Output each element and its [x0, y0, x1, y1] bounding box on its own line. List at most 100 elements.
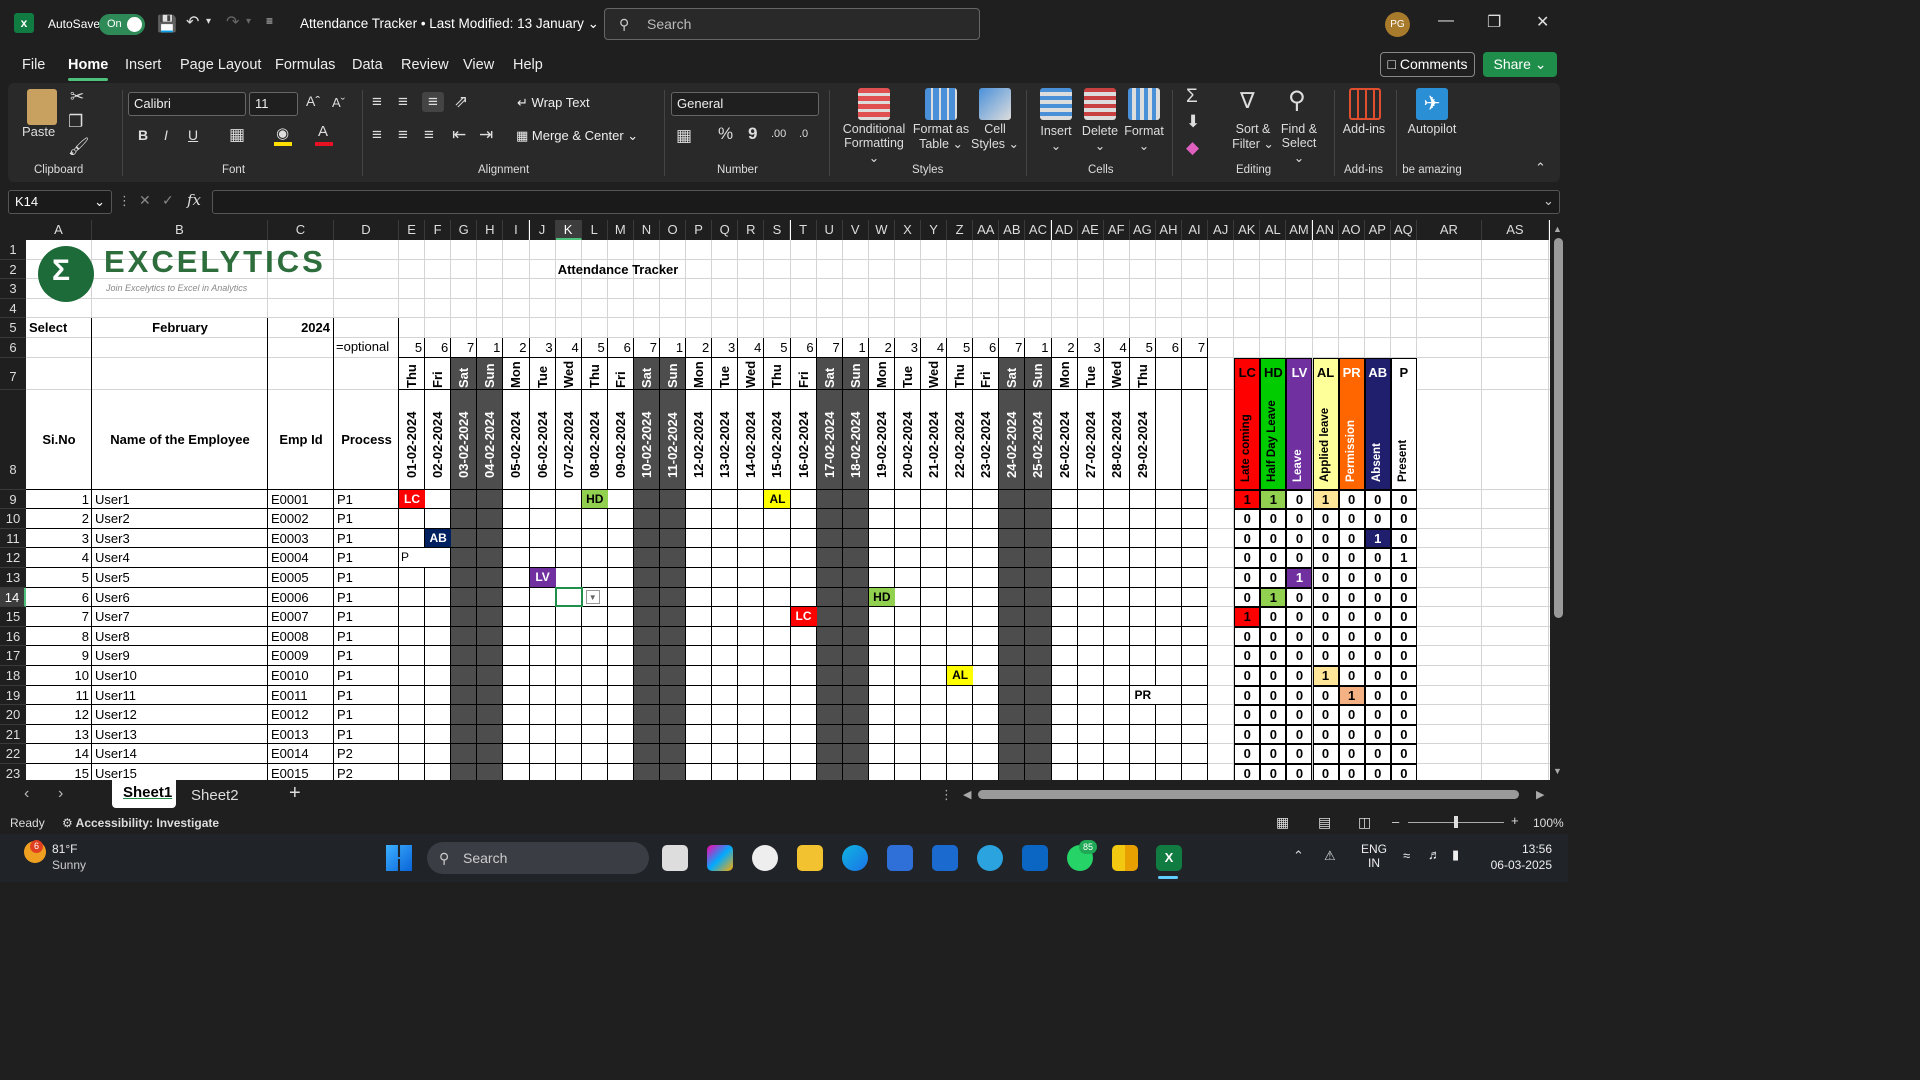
task-view-icon[interactable]	[662, 845, 688, 871]
scroll-down-icon[interactable]: ▼	[1553, 766, 1562, 776]
cell-styles-icon[interactable]	[979, 88, 1011, 120]
store-icon[interactable]	[887, 845, 913, 871]
row-header-19[interactable]: 19	[0, 685, 26, 706]
row-header-13[interactable]: 13	[0, 568, 26, 588]
column-header-y[interactable]: Y	[921, 220, 948, 240]
wrap-text-button[interactable]: ↵ Wrap Text	[517, 95, 590, 111]
column-header-j[interactable]: J	[529, 220, 556, 240]
orientation-icon[interactable]: ⇗	[454, 92, 468, 112]
customize-toolbar-icon[interactable]: ≡	[266, 14, 273, 28]
comma-button[interactable]: 9	[748, 124, 757, 144]
scroll-left-icon[interactable]: ◀	[963, 788, 971, 801]
column-header-n[interactable]: N	[633, 220, 660, 240]
expand-formula-icon[interactable]: ⌄	[1543, 193, 1554, 209]
attendance-mark-al[interactable]: AL	[764, 489, 791, 509]
cut-icon[interactable]: ✂	[70, 87, 84, 107]
file-explorer-icon[interactable]	[797, 845, 823, 871]
column-header-h[interactable]: H	[477, 220, 504, 240]
row-header-16[interactable]: 16	[0, 626, 26, 647]
excel-taskbar-icon[interactable]: X	[1156, 845, 1182, 871]
column-header-ah[interactable]: AH	[1155, 220, 1182, 240]
row-header-17[interactable]: 17	[0, 646, 26, 666]
undo-dropdown-icon[interactable]: ▾	[206, 16, 211, 27]
name-box[interactable]: K14 ⌄	[8, 190, 112, 214]
autosum-icon[interactable]: Σ	[1186, 86, 1198, 108]
column-header-ad[interactable]: AD	[1051, 220, 1078, 240]
row-header-7[interactable]: 7	[0, 357, 26, 390]
cell-styles-label[interactable]: Cell Styles ⌄	[970, 122, 1020, 151]
select-all-button[interactable]	[0, 220, 26, 240]
dropdown-arrow-icon[interactable]: ▼	[585, 589, 600, 604]
cancel-entry-icon[interactable]: ✕	[139, 192, 151, 209]
column-header-a[interactable]: A	[26, 220, 92, 240]
row-header-9[interactable]: 9	[0, 489, 26, 510]
column-header-f[interactable]: F	[425, 220, 452, 240]
show-hidden-icons[interactable]: ⌃	[1293, 848, 1304, 864]
collapse-ribbon-icon[interactable]: ⌃	[1535, 160, 1546, 176]
conditional-formatting-label[interactable]: Conditional Formatting ⌄	[838, 122, 910, 165]
row-header-1[interactable]: 1	[0, 240, 26, 260]
comments-button[interactable]: □ Comments	[1380, 52, 1475, 77]
horizontal-scrollbar[interactable]	[978, 790, 1519, 799]
font-color-icon[interactable]	[315, 142, 333, 146]
row-header-11[interactable]: 11	[0, 528, 26, 549]
bold-button[interactable]: B	[138, 127, 148, 143]
autopilot-label[interactable]: Autopilot	[1402, 122, 1462, 136]
taskbar-search[interactable]: ⚲ Search	[427, 842, 649, 874]
language-indicator[interactable]: ENG IN	[1361, 842, 1387, 870]
chatgpt-icon[interactable]	[752, 845, 778, 871]
share-button[interactable]: Share ⌄	[1483, 52, 1557, 77]
row-header-22[interactable]: 22	[0, 744, 26, 764]
column-header-t[interactable]: T	[790, 220, 817, 240]
menu-formulas[interactable]: Formulas	[275, 57, 335, 73]
conditional-formatting-icon[interactable]	[858, 88, 890, 120]
decrease-decimal-icon[interactable]: .0	[799, 128, 808, 140]
battery-icon[interactable]: ▮	[1452, 847, 1459, 863]
copilot-icon[interactable]	[707, 845, 733, 871]
volume-icon[interactable]: ♬	[1428, 847, 1441, 862]
next-sheet-icon[interactable]: ›	[58, 785, 63, 803]
confirm-entry-icon[interactable]: ✓	[162, 192, 174, 209]
save-icon[interactable]: 💾	[157, 14, 177, 34]
find-select-label[interactable]: Find & Select ⌄	[1276, 122, 1322, 165]
vertical-scrollbar[interactable]	[1554, 238, 1563, 618]
column-header-b[interactable]: B	[92, 220, 268, 240]
format-cells-icon[interactable]	[1128, 88, 1160, 120]
row-header-5[interactable]: 5	[0, 318, 26, 338]
powerbi-icon[interactable]	[1112, 845, 1138, 871]
clock-date[interactable]: 06-03-2025	[1486, 858, 1552, 872]
column-header-q[interactable]: Q	[712, 220, 739, 240]
column-header-p[interactable]: P	[686, 220, 713, 240]
decrease-indent-icon[interactable]: ⇤	[452, 125, 466, 145]
year-select[interactable]: 2024	[268, 320, 330, 335]
formula-input[interactable]	[212, 190, 1560, 214]
column-header-x[interactable]: X	[894, 220, 921, 240]
row-header-18[interactable]: 18	[0, 666, 26, 686]
decrease-font-icon[interactable]: Aˇ	[332, 95, 345, 110]
row-header-6[interactable]: 6	[0, 338, 26, 358]
format-cells-label[interactable]: Format ⌄	[1122, 124, 1166, 153]
menu-view[interactable]: View	[463, 57, 494, 73]
clock-time[interactable]: 13:56	[1506, 842, 1552, 856]
align-middle-icon[interactable]: ≡	[398, 92, 408, 112]
scroll-right-icon[interactable]: ▶	[1536, 788, 1544, 801]
column-header-al[interactable]: AL	[1260, 220, 1287, 240]
active-cell[interactable]	[554, 586, 583, 608]
column-header-k[interactable]: K	[555, 220, 582, 240]
wifi-icon[interactable]: ≈	[1403, 848, 1410, 863]
percent-button[interactable]: %	[718, 124, 733, 144]
merge-center-button[interactable]: ▦ Merge & Center ⌄	[516, 128, 638, 144]
column-header-ao[interactable]: AO	[1338, 220, 1365, 240]
more-options-icon[interactable]: ⋮	[118, 193, 131, 209]
column-header-aa[interactable]: AA	[973, 220, 1000, 240]
column-header-v[interactable]: V	[842, 220, 869, 240]
increase-indent-icon[interactable]: ⇥	[479, 125, 493, 145]
column-header-ar[interactable]: AR	[1416, 220, 1482, 240]
format-as-table-icon[interactable]	[925, 88, 957, 120]
prev-sheet-icon[interactable]: ‹	[24, 785, 29, 803]
minimize-icon[interactable]: —	[1438, 12, 1454, 30]
row-header-14[interactable]: 14	[0, 587, 26, 608]
column-header-ai[interactable]: AI	[1182, 220, 1209, 240]
zoom-level[interactable]: 100%	[1533, 816, 1564, 830]
align-top-icon[interactable]: ≡	[372, 92, 382, 112]
